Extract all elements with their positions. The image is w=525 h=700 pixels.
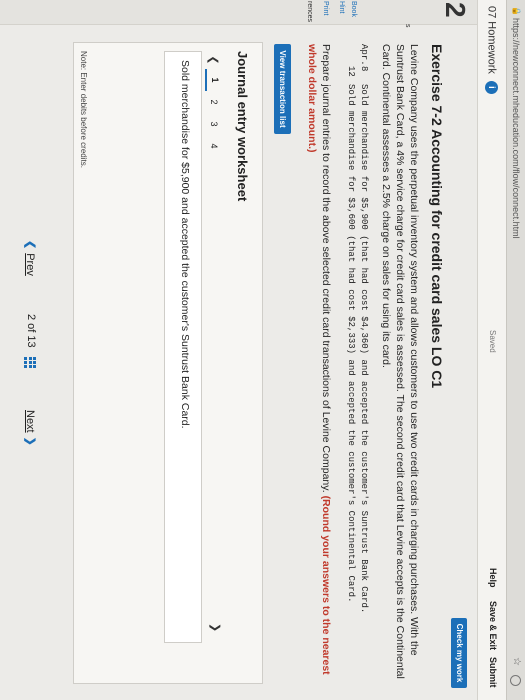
prev-label: Prev: [24, 253, 36, 276]
assignment-title-text: 07 Homework: [485, 6, 498, 74]
left-sidebar: 2 Book Hint Print rences: [0, 0, 477, 25]
screen: 🔒 https://newconnect.mheducation.com/flo…: [0, 0, 525, 700]
saved-status: Saved: [488, 330, 497, 353]
entry-description: Sold merchandise for $5,900 and accepted…: [179, 60, 191, 429]
instructions: Prepare journal entries to record the ab…: [305, 44, 333, 694]
question-navigation: ❮ Prev 2 of 13 Next ❯: [15, 0, 45, 700]
sidebar-item-print[interactable]: Print: [322, 1, 329, 15]
worksheet-page-4[interactable]: 4: [206, 135, 222, 157]
chevron-left-icon: ❮: [24, 240, 36, 250]
transaction-list: Apr.8 Sold merchandise for $5,900 (that h…: [343, 44, 369, 613]
sidebar-item-references[interactable]: rences: [306, 1, 313, 22]
worksheet-page-1[interactable]: 1: [205, 69, 223, 91]
chevron-right-icon: ❯: [24, 436, 36, 446]
question-number: 2: [440, 2, 471, 18]
save-exit-button[interactable]: Save & Exit: [488, 601, 498, 650]
transaction-text: Sold merchandise for $5,900 (that had co…: [359, 84, 369, 614]
journal-entry-worksheet: Journal entry worksheet ❮ 1 2 3 4 ❯ Sold…: [73, 42, 263, 684]
exercise-intro: Levine Company uses the perpetual invent…: [380, 44, 420, 679]
info-icon[interactable]: i: [485, 80, 498, 94]
transaction-row: 12 Sold merchandise for $3,600 (that had …: [343, 44, 356, 613]
entry-description-box: Sold merchandise for $5,900 and accepted…: [164, 51, 202, 643]
bookmark-star-icon[interactable]: ☆: [507, 657, 525, 666]
lock-icon: 🔒: [512, 6, 521, 16]
worksheet-title: Journal entry worksheet: [235, 51, 250, 202]
sidebar-side-mark: s: [404, 24, 411, 28]
chevron-right-icon[interactable]: ❯: [209, 623, 222, 632]
grid-icon[interactable]: [24, 357, 36, 369]
transaction-row: Apr.8 Sold merchandise for $5,900 (that h…: [356, 44, 369, 613]
worksheet-pager: ❮ 1 2 3 4 ❯: [205, 51, 223, 632]
assignment-title: 07 Homework i: [485, 6, 498, 94]
debits-note: Note: Enter debits before credits.: [79, 51, 88, 168]
app-header: 07 Homework i Saved Help Save & Exit Sub…: [477, 0, 506, 700]
url-text[interactable]: https://newconnect.mheducation.com/flow/…: [507, 18, 525, 239]
sidebar-item-book[interactable]: Book: [350, 1, 357, 17]
next-label: Next: [24, 410, 36, 433]
browser-url-bar[interactable]: 🔒 https://newconnect.mheducation.com/flo…: [506, 0, 525, 700]
question-position: 2 of 13: [25, 314, 37, 348]
next-button[interactable]: Next ❯: [24, 410, 37, 446]
exercise-heading: Exercise 7-2 Accounting for credit card …: [429, 44, 445, 389]
profile-circle-icon[interactable]: [510, 675, 521, 686]
submit-button[interactable]: Submit: [488, 657, 498, 688]
transaction-day: 12: [346, 66, 356, 77]
worksheet-page-2[interactable]: 2: [206, 91, 222, 113]
worksheet-page-3[interactable]: 3: [206, 113, 222, 135]
chevron-left-icon[interactable]: ❮: [208, 51, 221, 69]
transaction-month: Apr.: [359, 44, 369, 66]
transaction-text: Sold merchandise for $3,600 (that had co…: [346, 84, 356, 603]
prev-button[interactable]: ❮ Prev: [24, 240, 37, 276]
help-button[interactable]: Help: [488, 568, 498, 588]
view-transaction-list-button[interactable]: View transaction list: [274, 44, 291, 134]
check-my-work-button[interactable]: Check my work: [451, 618, 467, 688]
transaction-day: 8: [359, 66, 369, 72]
sidebar-item-hint[interactable]: Hint: [338, 1, 345, 13]
instructions-text: Prepare journal entries to record the ab…: [320, 44, 332, 493]
